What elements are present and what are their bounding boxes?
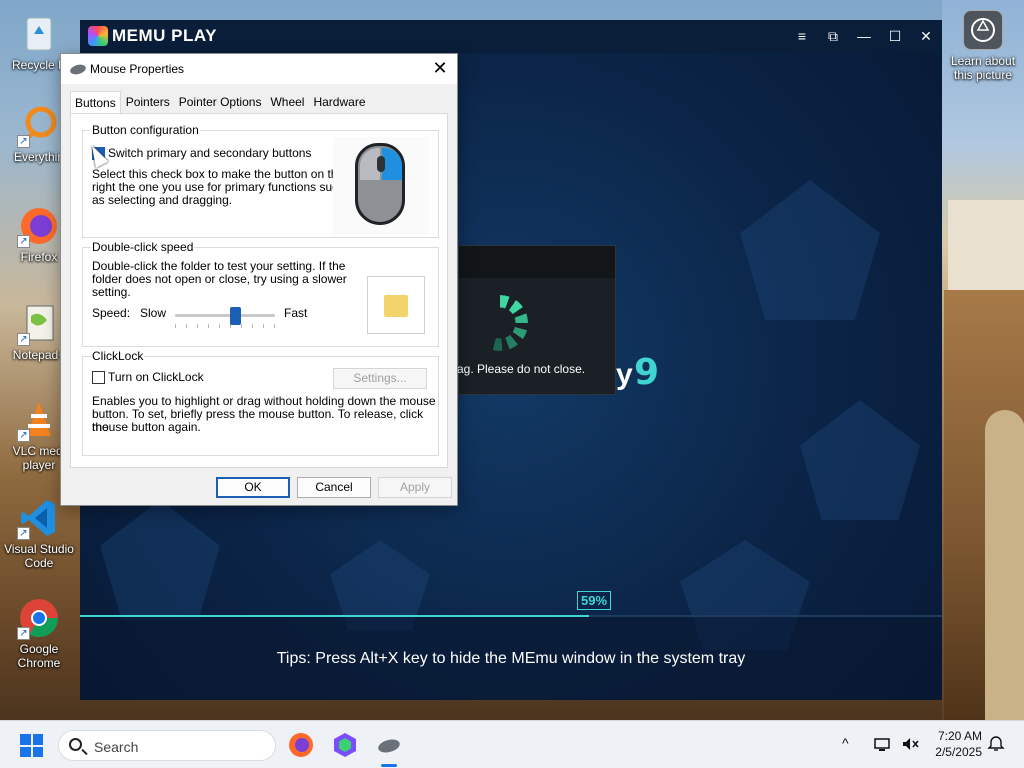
shortcut-arrow-icon: ↗ (17, 235, 30, 248)
memu-menu-button[interactable]: ≡ (790, 25, 814, 47)
vlc-icon: ↗ (17, 398, 61, 442)
button-config-desc-line3: as selecting and dragging. (92, 193, 233, 207)
camera-icon (963, 10, 1003, 50)
vscode-label-line2: Code (24, 556, 54, 570)
tab-hardware[interactable]: Hardware (309, 91, 369, 113)
memu-logo-icon (88, 26, 108, 46)
group-button-configuration: Button configuration Switch primary and … (82, 123, 439, 238)
decor-pentagon (740, 180, 880, 320)
clicklock-label[interactable]: Turn on ClickLock (108, 371, 204, 384)
start-button-windows-icon[interactable] (20, 734, 43, 757)
speed-slider-track[interactable] (175, 314, 275, 317)
group-label-button-configuration: Button configuration (91, 123, 200, 137)
search-placeholder: Search (94, 739, 139, 755)
speed-fast-label: Fast (284, 306, 308, 320)
loading-message: ag. Please do not close. (457, 362, 586, 376)
mouse-properties-dialog: Mouse Properties ✕ Buttons Pointers Poin… (60, 53, 458, 506)
clock-time[interactable]: 7:20 AM (928, 729, 982, 743)
clicklock-desc-line3: mouse button again. (92, 420, 201, 434)
tab-pointers[interactable]: Pointers (122, 91, 174, 113)
apply-button[interactable]: Apply (378, 477, 452, 498)
vscode-label-line1: Visual Studio (4, 542, 74, 556)
learn-about-line1: Learn about (950, 54, 1016, 68)
tray-show-hidden-chevron-icon[interactable]: ^ (842, 735, 849, 751)
mouse-wheel (377, 156, 385, 172)
firefox-icon: ↗ (17, 204, 61, 248)
group-clicklock: ClickLock Turn on ClickLock Settings... … (82, 349, 439, 456)
tips-text: Tips: Press Alt+X key to hide the MEmu w… (80, 617, 942, 700)
taskbar-active-indicator (381, 764, 397, 767)
speed-slider-ticks (175, 324, 275, 328)
taskbar: Search ^ 7:20 AM 2/5/2025 (0, 720, 1024, 768)
desktop-icon-chrome[interactable]: ↗ Google Chrome (4, 596, 74, 670)
tab-buttons[interactable]: Buttons (70, 91, 121, 114)
speed-slow-label: Slow (140, 306, 167, 320)
learn-about-line2: this picture (953, 68, 1013, 82)
progress-label: 59% (577, 591, 612, 610)
taskbar-memu-icon[interactable] (331, 731, 359, 759)
everything-search-icon: ↗ (17, 104, 61, 148)
decor-pentagon (800, 400, 920, 520)
dialog-titlebar: Mouse Properties ✕ (61, 54, 457, 84)
shortcut-arrow-icon: ↗ (17, 429, 30, 442)
tab-panel-buttons: Button configuration Switch primary and … (70, 113, 448, 468)
notification-bell-icon[interactable] (987, 735, 1005, 753)
memu-logo: MEMU PLAY (88, 26, 217, 46)
vscode-icon: ↗ (17, 496, 61, 540)
learn-about-picture[interactable]: Learn about this picture (942, 10, 1024, 82)
memu-maximize-button[interactable]: ☐ (883, 25, 907, 47)
memu-minimize-button[interactable]: — (852, 25, 876, 47)
decor-pentagon (100, 500, 220, 620)
chrome-label-line2: Chrome (17, 656, 61, 670)
brand-digit: 9 (634, 352, 660, 393)
dialog-close-button[interactable]: ✕ (429, 58, 451, 80)
cancel-button[interactable]: Cancel (297, 477, 371, 498)
brand-letter: y (616, 358, 633, 391)
ok-button[interactable]: OK (216, 477, 290, 498)
shortcut-arrow-icon: ↗ (17, 135, 30, 148)
clicklock-checkbox[interactable] (92, 371, 105, 384)
recycle-bin-icon (17, 12, 61, 56)
loading-spinner-icon (472, 295, 528, 351)
speed-slider-thumb[interactable] (230, 307, 241, 325)
shortcut-arrow-icon: ↗ (17, 333, 30, 346)
group-label-clicklock: ClickLock (91, 349, 145, 363)
double-click-desc-line3: setting. (92, 285, 131, 299)
shortcut-arrow-icon: ↗ (17, 627, 30, 640)
memu-titlebar: MEMU PLAY ≡ ⧉ — ☐ ✕ (80, 20, 942, 53)
memu-logo-text: MEMU PLAY (112, 26, 217, 45)
tab-pointer-options[interactable]: Pointer Options (175, 91, 266, 113)
clock-date[interactable]: 2/5/2025 (928, 745, 982, 759)
network-icon[interactable] (872, 734, 892, 754)
group-label-double-click-speed: Double-click speed (91, 240, 195, 254)
mouse-body (355, 143, 405, 225)
search-icon (69, 738, 82, 751)
volume-muted-icon[interactable] (900, 734, 920, 754)
notepad-plus-plus-icon: ↗ (17, 302, 61, 346)
chrome-label-line1: Google (19, 642, 59, 656)
mouse-icon (69, 63, 87, 76)
mouse-illustration (333, 137, 429, 235)
switch-buttons-label[interactable]: Switch primary and secondary buttons (108, 147, 311, 160)
dialog-tabs: Buttons Pointers Pointer Options Wheel H… (70, 91, 371, 114)
group-double-click-speed: Double-click speed Double-click the fold… (82, 240, 439, 347)
taskbar-search-box[interactable]: Search (58, 730, 276, 761)
desktop-icon-vscode[interactable]: ↗ Visual Studio Code (4, 496, 74, 570)
speed-label: Speed: (92, 306, 131, 320)
chrome-icon: ↗ (17, 596, 61, 640)
memu-restore-button[interactable]: ⧉ (821, 25, 845, 47)
test-folder-area[interactable] (367, 276, 425, 334)
taskbar-mouse-properties-icon[interactable] (375, 731, 403, 759)
loading-dialog-header (459, 246, 615, 278)
wallpaper-bridge-arch (985, 410, 1024, 720)
folder-icon (384, 295, 408, 317)
shortcut-arrow-icon: ↗ (17, 527, 30, 540)
wallpaper-building (948, 200, 1024, 290)
dialog-title: Mouse Properties (90, 62, 185, 76)
memu-close-button[interactable]: ✕ (914, 25, 938, 47)
mouse-right-button (382, 148, 402, 180)
clicklock-settings-button[interactable]: Settings... (333, 368, 427, 389)
tab-wheel[interactable]: Wheel (266, 91, 308, 113)
taskbar-firefox-icon[interactable] (287, 731, 315, 759)
